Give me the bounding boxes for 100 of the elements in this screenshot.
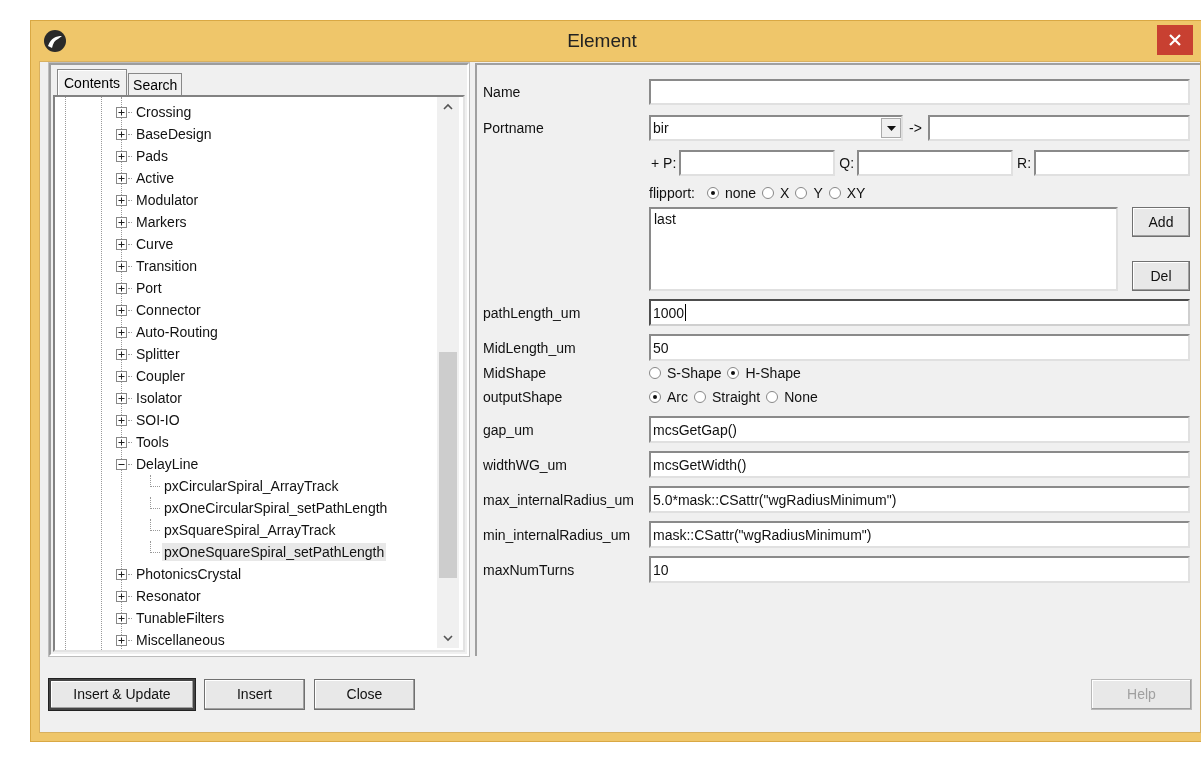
- input-field[interactable]: [679, 150, 836, 176]
- radio-button[interactable]: [795, 187, 808, 199]
- tree-item[interactable]: Active: [134, 169, 177, 187]
- input-field[interactable]: 50: [649, 334, 1190, 361]
- expand-icon[interactable]: [116, 194, 127, 206]
- dialog-button[interactable]: Insert: [204, 678, 305, 710]
- expand-icon[interactable]: [116, 172, 127, 184]
- dialog-button[interactable]: Insert & Update: [49, 678, 195, 710]
- tree-item[interactable]: Connector: [134, 301, 203, 319]
- radio-button[interactable]: [762, 187, 775, 199]
- tree-item[interactable]: DelayLine: [134, 455, 201, 473]
- tree-item[interactable]: Modulator: [134, 191, 201, 209]
- tree-item[interactable]: Coupler: [134, 367, 188, 385]
- expand-icon[interactable]: [116, 216, 127, 228]
- field-label: Q:: [839, 155, 855, 171]
- radio-label: Arc: [667, 389, 688, 405]
- portname-dropdown[interactable]: bir: [649, 115, 903, 141]
- tree-item[interactable]: Resonator: [134, 587, 203, 605]
- tree-item[interactable]: Tools: [134, 433, 171, 451]
- input-field[interactable]: 5.0*mask::CSattr("wgRadiusMinimum"): [649, 486, 1190, 513]
- field-label: gap_um: [483, 421, 535, 438]
- expand-icon[interactable]: [116, 106, 127, 118]
- tree-item[interactable]: pxOneSquareSpiral_setPathLength: [162, 543, 387, 561]
- field-label: widthWG_um: [483, 456, 569, 473]
- tree-item[interactable]: Crossing: [134, 103, 194, 121]
- field-label: Portname: [483, 120, 545, 136]
- list-button[interactable]: Del: [1132, 261, 1190, 291]
- field-label: flipport:: [649, 185, 695, 201]
- expand-icon[interactable]: [116, 612, 127, 624]
- tree-item[interactable]: Port: [134, 279, 164, 297]
- close-button[interactable]: [1157, 25, 1193, 55]
- dropdown-icon: [886, 125, 896, 131]
- tree-item[interactable]: Miscellaneous: [134, 631, 227, 649]
- close-icon: [1169, 34, 1181, 46]
- radio-button[interactable]: [766, 391, 779, 403]
- expand-icon[interactable]: [116, 436, 127, 448]
- tree-item[interactable]: Splitter: [134, 345, 182, 363]
- tab[interactable]: Contents: [57, 69, 128, 95]
- tree-item[interactable]: BaseDesign: [134, 125, 214, 143]
- tree-item[interactable]: TunableFilters: [134, 609, 227, 627]
- list-box[interactable]: last: [649, 207, 1118, 291]
- radio-label: H-Shape: [745, 365, 801, 381]
- input-field[interactable]: mcsGetGap(): [649, 416, 1190, 443]
- expand-icon[interactable]: [116, 128, 127, 140]
- tree-item[interactable]: Isolator: [134, 389, 184, 407]
- radio-button[interactable]: [649, 391, 661, 403]
- field-label: outputShape: [483, 389, 564, 405]
- radio-label: none: [724, 185, 757, 201]
- scrollbar[interactable]: [437, 97, 459, 648]
- tree-item[interactable]: Curve: [134, 235, 176, 253]
- radio-label: Straight: [712, 389, 761, 405]
- tree-item[interactable]: Auto-Routing: [134, 323, 220, 341]
- tree-item[interactable]: Pads: [134, 147, 170, 165]
- tree-item[interactable]: pxSquareSpiral_ArrayTrack: [162, 521, 338, 539]
- scroll-thumb[interactable]: [439, 351, 457, 579]
- expand-icon[interactable]: [116, 414, 127, 426]
- radio-button[interactable]: [706, 187, 719, 199]
- radio-button[interactable]: [694, 391, 706, 403]
- input-field[interactable]: 10: [649, 556, 1190, 583]
- radio-button[interactable]: [727, 367, 740, 379]
- expand-icon[interactable]: [116, 282, 127, 294]
- tree-item[interactable]: pxOneCircularSpiral_setPathLength: [162, 499, 390, 517]
- field-label: MidShape: [483, 365, 548, 381]
- expand-icon[interactable]: [116, 260, 127, 272]
- input-field[interactable]: [927, 115, 1190, 141]
- tree-item[interactable]: Transition: [134, 257, 199, 275]
- field-label: + P:: [651, 155, 677, 171]
- scroll-down-icon[interactable]: [442, 634, 454, 642]
- tab[interactable]: Search: [128, 73, 183, 95]
- input-field[interactable]: [1034, 150, 1190, 176]
- expand-icon[interactable]: [116, 150, 127, 162]
- expand-icon[interactable]: [116, 238, 127, 250]
- expand-icon[interactable]: [116, 326, 127, 338]
- expand-icon[interactable]: [116, 304, 127, 316]
- tree-item[interactable]: Markers: [134, 213, 189, 231]
- collapse-icon[interactable]: [116, 458, 127, 470]
- radio-button[interactable]: [828, 187, 841, 199]
- input-field[interactable]: [857, 150, 1013, 176]
- expand-icon[interactable]: [116, 568, 127, 580]
- scroll-up-icon[interactable]: [442, 103, 454, 111]
- field-label: MidLength_um: [483, 339, 577, 356]
- expand-icon[interactable]: [116, 590, 127, 602]
- radio-label: Y: [813, 185, 823, 201]
- input-field[interactable]: mcsGetWidth(): [649, 451, 1190, 478]
- dialog-button[interactable]: Close: [314, 678, 415, 710]
- list-button[interactable]: Add: [1132, 207, 1190, 237]
- input-field[interactable]: [649, 79, 1190, 105]
- input-field[interactable]: 1000: [649, 299, 1190, 326]
- expand-icon[interactable]: [116, 634, 127, 646]
- tree-item[interactable]: SOI-IO: [134, 411, 182, 429]
- expand-icon[interactable]: [116, 370, 127, 382]
- expand-icon[interactable]: [116, 392, 127, 404]
- tree-item[interactable]: pxCircularSpiral_ArrayTrack: [162, 477, 341, 495]
- expand-icon[interactable]: [116, 348, 127, 360]
- radio-label: S-Shape: [667, 365, 722, 381]
- tree-item[interactable]: PhotonicsCrystal: [134, 565, 244, 583]
- radio-button[interactable]: [649, 367, 661, 379]
- input-field[interactable]: mask::CSattr("wgRadiusMinimum"): [649, 521, 1190, 548]
- app-icon: [43, 29, 67, 53]
- list-item[interactable]: last: [654, 211, 676, 227]
